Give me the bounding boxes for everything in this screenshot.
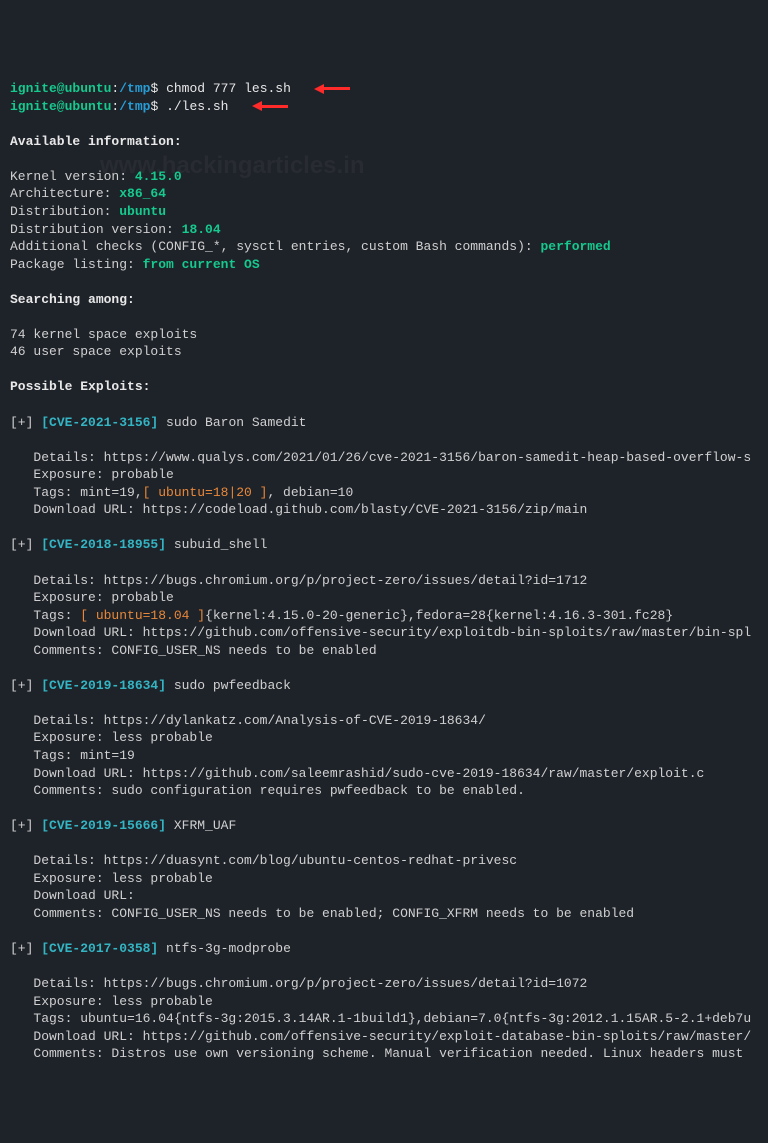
exploit-exposure: Exposure: probable — [10, 590, 174, 605]
exploit-tags-post: , debian=10 — [267, 485, 353, 500]
section-exploits: Possible Exploits: — [10, 379, 150, 394]
exploit-details: Details: https://duasynt.com/blog/ubuntu… — [10, 853, 517, 868]
command-2[interactable]: ./les.sh — [166, 99, 228, 114]
section-available: Available information: — [10, 134, 182, 149]
arrow-icon — [314, 80, 350, 98]
arch-value: x86_64 — [119, 186, 166, 201]
pkg-label: Package listing: — [10, 257, 143, 272]
pkg-value: from current OS — [143, 257, 260, 272]
prompt-user: ignite@ubuntu — [10, 81, 111, 96]
exploit-download: Download URL: https://github.com/saleemr… — [10, 766, 704, 781]
checks-label: Additional checks (CONFIG_*, sysctl entr… — [10, 239, 541, 254]
dist-value: ubuntu — [119, 204, 166, 219]
exploit-prefix: [+] — [10, 537, 41, 552]
exploit-cve: [CVE-2019-15666] — [41, 818, 166, 833]
exploit-name: subuid_shell — [166, 537, 267, 552]
searching-kernel: 74 kernel space exploits — [10, 327, 197, 342]
exploit-download: Download URL: https://github.com/offensi… — [10, 1029, 751, 1044]
exploit-prefix: [+] — [10, 415, 41, 430]
exploit-cve: [CVE-2019-18634] — [41, 678, 166, 693]
exploit-details: Details: https://bugs.chromium.org/p/pro… — [10, 976, 587, 991]
checks-value: performed — [541, 239, 611, 254]
exploit-tags: Tags: ubuntu=16.04{ntfs-3g:2015.3.14AR.1… — [10, 1011, 751, 1026]
arrow-icon — [252, 98, 288, 116]
exploit-tags-hl: [ ubuntu=18.04 ] — [80, 608, 205, 623]
section-searching: Searching among: — [10, 292, 135, 307]
exploit-cve: [CVE-2017-0358] — [41, 941, 158, 956]
prompt-path: /tmp — [119, 81, 150, 96]
exploit-name: sudo Baron Samedit — [158, 415, 306, 430]
searching-user: 46 user space exploits — [10, 344, 182, 359]
exploit-name: XFRM_UAF — [166, 818, 236, 833]
exploit-name: sudo pwfeedback — [166, 678, 291, 693]
exploit-details: Details: https://bugs.chromium.org/p/pro… — [10, 573, 587, 588]
exploit-comments: Comments: Distros use own versioning sch… — [10, 1046, 751, 1061]
exploit-name: ntfs-3g-modprobe — [158, 941, 291, 956]
exploit-exposure: Exposure: probable — [10, 467, 174, 482]
exploit-prefix: [+] — [10, 941, 41, 956]
exploit-tags-post: {kernel:4.15.0-20-generic},fedora=28{ker… — [205, 608, 673, 623]
exploit-tags: Tags: mint=19 — [10, 748, 135, 763]
exploit-prefix: [+] — [10, 678, 41, 693]
arch-label: Architecture: — [10, 186, 119, 201]
kernel-label: Kernel version: — [10, 169, 135, 184]
distver-label: Distribution version: — [10, 222, 182, 237]
exploit-exposure: Exposure: less probable — [10, 994, 213, 1009]
exploit-prefix: [+] — [10, 818, 41, 833]
exploit-cve: [CVE-2021-3156] — [41, 415, 158, 430]
exploit-tags-hl: [ ubuntu=18|20 ] — [143, 485, 268, 500]
exploit-cve: [CVE-2018-18955] — [41, 537, 166, 552]
exploit-details: Details: https://dylankatz.com/Analysis-… — [10, 713, 486, 728]
exploit-download: Download URL: https://github.com/offensi… — [10, 625, 751, 640]
command-1[interactable]: chmod 777 les.sh — [166, 81, 291, 96]
exploit-exposure: Exposure: less probable — [10, 730, 213, 745]
exploit-tags-pre: Tags: — [10, 608, 80, 623]
exploit-details: Details: https://www.qualys.com/2021/01/… — [10, 450, 751, 465]
kernel-value: 4.15.0 — [135, 169, 182, 184]
distver-value: 18.04 — [182, 222, 221, 237]
exploit-tags-pre: Tags: mint=19, — [10, 485, 143, 500]
exploit-comments: Comments: CONFIG_USER_NS needs to be ena… — [10, 906, 634, 921]
exploit-exposure: Exposure: less probable — [10, 871, 213, 886]
prompt-user-2: ignite@ubuntu — [10, 99, 111, 114]
exploit-comments: Comments: CONFIG_USER_NS needs to be ena… — [10, 643, 377, 658]
prompt-dollar-2: $ — [150, 99, 158, 114]
exploit-download: Download URL: — [10, 888, 135, 903]
exploit-download: Download URL: https://codeload.github.co… — [10, 502, 587, 517]
prompt-path-2: /tmp — [119, 99, 150, 114]
prompt-dollar: $ — [150, 81, 158, 96]
exploit-comments: Comments: sudo configuration requires pw… — [10, 783, 525, 798]
dist-label: Distribution: — [10, 204, 119, 219]
